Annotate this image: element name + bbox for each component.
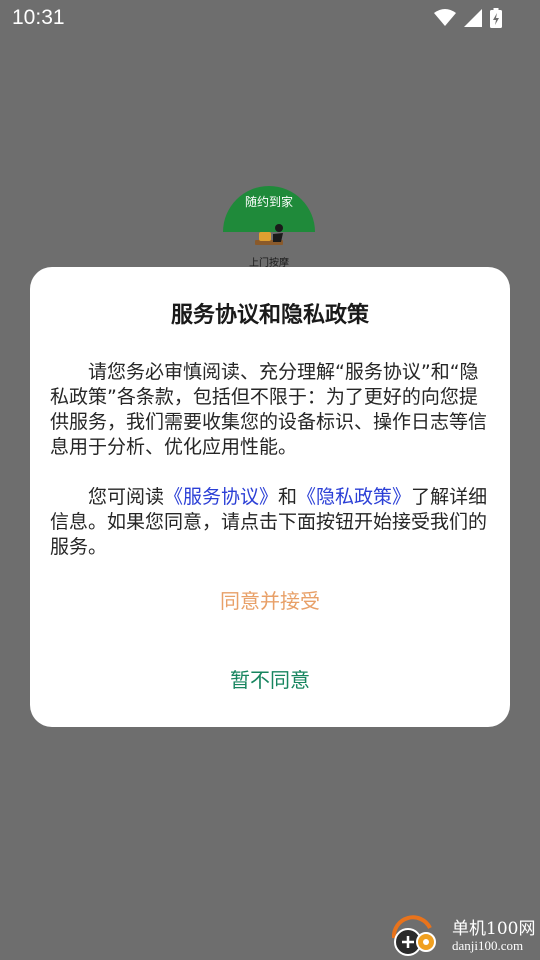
wifi-icon <box>434 9 456 26</box>
watermark-url: danji100.com <box>452 938 524 953</box>
dialog-paragraph-2: 您可阅读《服务协议》和《隐私政策》了解详细信息。如果您同意，请点击下面按钮开始接… <box>50 485 490 560</box>
status-bar: 10:31 <box>0 0 540 36</box>
logo-title: 随约到家 <box>244 195 293 209</box>
service-agreement-link[interactable]: 《服务协议》 <box>164 486 278 508</box>
dialog-body: 请您务必审慎阅读、充分理解“服务协议”和“隐私政策”各条款，包括但不限于：为了更… <box>50 360 490 560</box>
splash-logo: 随约到家 上门按摩 <box>223 186 315 278</box>
paragraph-2-and: 和 <box>278 486 298 508</box>
privacy-policy-link[interactable]: 《隐私政策》 <box>297 486 411 508</box>
status-time: 10:31 <box>12 6 65 29</box>
paragraph-2-prefix: 您可阅读 <box>88 486 165 508</box>
signal-icon <box>464 9 482 27</box>
massage-figure-icon <box>255 224 283 245</box>
watermark-logo-icon <box>391 915 436 956</box>
dialog-paragraph-1: 请您务必审慎阅读、充分理解“服务协议”和“隐私政策”各条款，包括但不限于：为了更… <box>50 361 488 458</box>
privacy-dialog: 服务协议和隐私政策 请您务必审慎阅读、充分理解“服务协议”和“隐私政策”各条款，… <box>30 267 510 727</box>
status-icons <box>434 8 502 28</box>
watermark: 单机100网 danji100.com <box>390 912 540 960</box>
agree-button[interactable]: 同意并接受 <box>30 585 510 614</box>
watermark-title: 单机100网 <box>452 919 536 939</box>
disagree-button[interactable]: 暂不同意 <box>30 664 510 693</box>
battery-icon <box>490 8 502 28</box>
dialog-title: 服务协议和隐私政策 <box>170 303 369 328</box>
